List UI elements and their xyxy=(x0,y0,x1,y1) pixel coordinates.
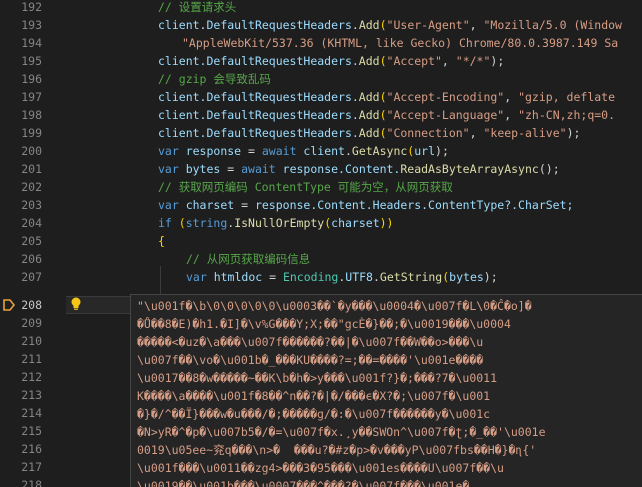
datatip-value-popup[interactable]: "\u001f�\b\0\0\0\0\0\u0003��`�y���\u0004… xyxy=(130,294,642,487)
code-editor[interactable]: 192 193 194 195 196 197 198 199 200 201 … xyxy=(0,0,642,487)
lightbulb-icon[interactable] xyxy=(70,297,82,312)
datatip-line: "\u001f�\b\0\0\0\0\0\u0003��`�y���\u0004… xyxy=(137,299,532,313)
datatip-line: \u0017��8�w�����~��K\b�h�>y���\u001f?}�;… xyxy=(137,371,498,385)
code-line: client.DefaultRequestHeaders.Add("Accept… xyxy=(158,90,616,104)
line-number: 209 xyxy=(21,316,42,330)
datatip-line: \u001f���\u0011��zg4>���3�95���\u001es��… xyxy=(137,461,504,475)
code-line: // gzip 会导致乱码 xyxy=(158,72,271,86)
line-number: 199 xyxy=(21,126,42,140)
line-number: 216 xyxy=(21,442,42,456)
code-line: // 从网页获取编码信息 xyxy=(186,252,311,266)
datatip-line: \u0019��\u001b���\u0007���^���?�\u007f��… xyxy=(137,479,470,487)
line-number: 214 xyxy=(21,406,42,420)
line-number: 194 xyxy=(21,36,42,50)
line-number: 213 xyxy=(21,388,42,402)
datatip-line: \u007f��\vo�\u001b�_���KU����?=;��=����'… xyxy=(137,353,484,367)
indent-guide xyxy=(160,266,161,296)
code-line: var htmldoc = Encoding.UTF8.GetString(by… xyxy=(186,270,498,284)
line-number: 212 xyxy=(21,370,42,384)
code-line: if (string.IsNullOrEmpty(charset)) xyxy=(158,216,394,230)
code-line: client.DefaultRequestHeaders.Add("Connec… xyxy=(158,126,581,140)
code-line: var bytes = await response.Content.ReadA… xyxy=(158,162,560,176)
line-number: 204 xyxy=(21,216,42,230)
line-number: 197 xyxy=(21,90,42,104)
line-number: 207 xyxy=(21,270,42,284)
datatip-line: �����<�uz�\a���\u007f������?��|�\u007f��… xyxy=(137,335,484,349)
line-number: 205 xyxy=(21,234,42,248)
code-line: client.DefaultRequestHeaders.Add("Accept… xyxy=(158,54,505,68)
line-number: 193 xyxy=(21,18,42,32)
execution-pointer-icon[interactable] xyxy=(3,299,15,311)
line-number: 206 xyxy=(21,252,42,266)
line-number: 202 xyxy=(21,180,42,194)
datatip-line: 0019\u05ee~兖q���\n>� ���u?�#z�p>�v���yP\… xyxy=(137,443,537,457)
line-number: 200 xyxy=(21,144,42,158)
datatip-line: �N>yR�^�p�\u007b5�/�=\u007f�x.¸y��SWOn^\… xyxy=(137,425,546,439)
code-line: client.DefaultRequestHeaders.Add("Accept… xyxy=(158,108,616,122)
code-line: client.DefaultRequestHeaders.Add("User-A… xyxy=(158,18,622,32)
line-number: 203 xyxy=(21,198,42,212)
line-number: 211 xyxy=(21,352,42,366)
line-number: 210 xyxy=(21,334,42,348)
code-line: "AppleWebKit/537.36 (KHTML, like Gecko) … xyxy=(182,36,619,50)
line-number: 215 xyxy=(21,424,42,438)
line-number: 192 xyxy=(21,0,42,14)
datatip-line: K����\a����\u001f�8��^n��?�|�/���ϵ�X?�;\… xyxy=(137,389,491,403)
line-number: 218 xyxy=(21,478,42,487)
code-line: // 获取网页编码 ContentType 可能为空，从网页获取 xyxy=(158,180,453,194)
line-number: 195 xyxy=(21,54,42,68)
code-line: var charset = response.Content.Headers.C… xyxy=(158,198,574,212)
datatip-line: �Ů��8�E)�h1.�I]�\v%G���Y;X;��"gcÈ�}��;�\… xyxy=(137,317,511,331)
datatip-line: �}�/^��Ï}���w�u���/�;�����g/�:�\u007f���… xyxy=(137,407,491,421)
line-number: 198 xyxy=(21,108,42,122)
line-number: 201 xyxy=(21,162,42,176)
line-number-gutter[interactable]: 192 193 194 195 196 197 198 199 200 201 … xyxy=(0,0,66,487)
code-line: // 设置请求头 xyxy=(158,0,237,14)
code-line: { xyxy=(158,234,165,248)
line-number: 217 xyxy=(21,460,42,474)
code-line: var response = await client.GetAsync(url… xyxy=(158,144,449,158)
line-number: 196 xyxy=(21,72,42,86)
